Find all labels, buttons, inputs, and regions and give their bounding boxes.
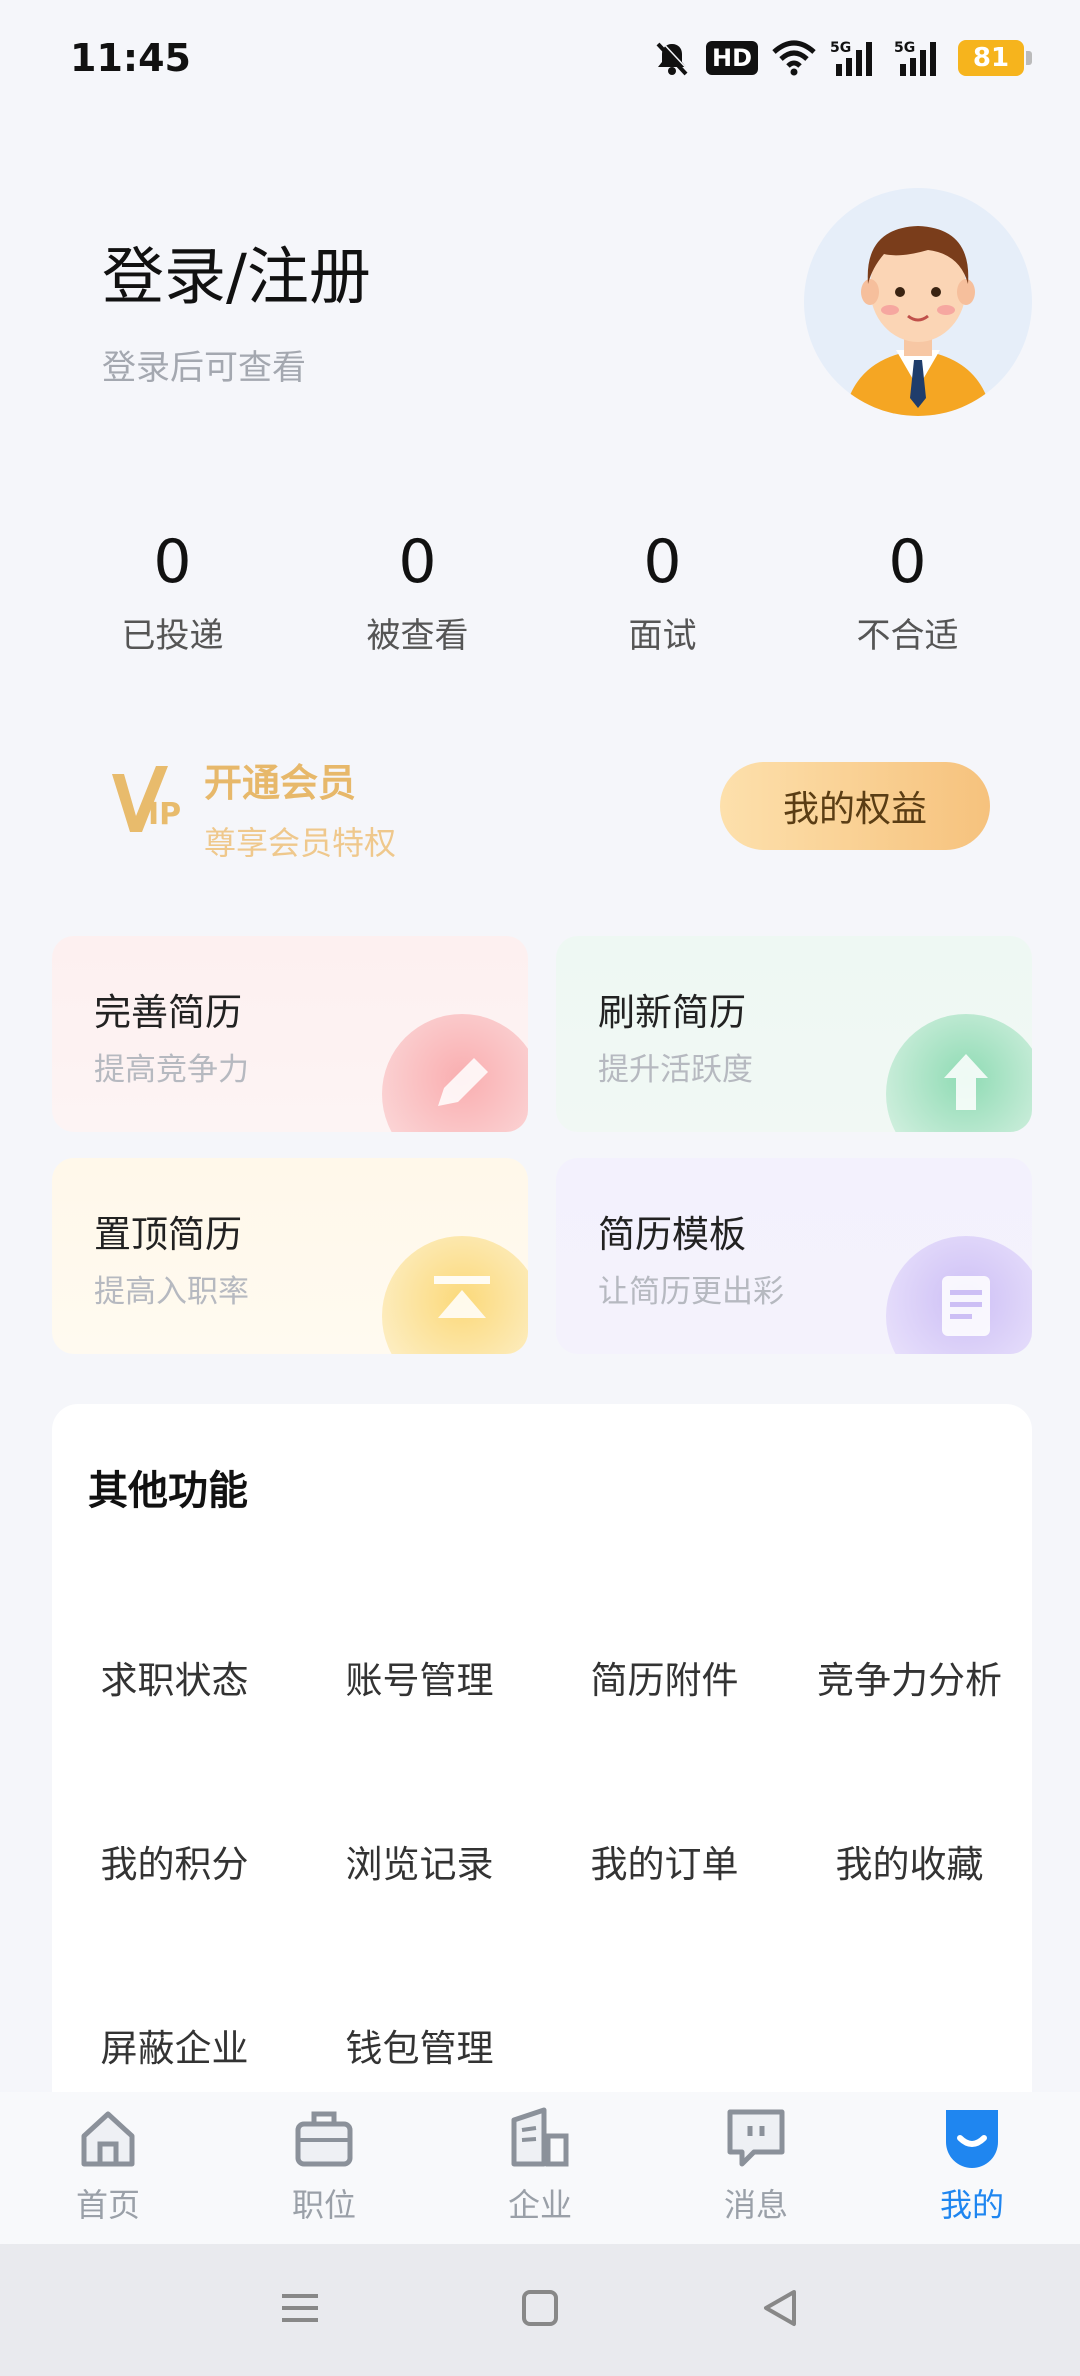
signal-icon-2: 5G bbox=[894, 38, 944, 78]
resume-template-card[interactable]: 简历模板 让简历更出彩 bbox=[556, 1158, 1032, 1354]
resume-attachment-item[interactable]: 简历附件 bbox=[542, 1650, 787, 1704]
vip-logo-icon: IP bbox=[110, 760, 190, 840]
refresh-icon bbox=[886, 1014, 1032, 1132]
stat-unsuitable[interactable]: 0 不合适 bbox=[785, 520, 1030, 657]
job-status-item[interactable]: 求职状态 bbox=[52, 1650, 297, 1704]
battery-indicator: 81 bbox=[958, 40, 1032, 76]
my-benefits-button[interactable]: 我的权益 bbox=[720, 762, 990, 850]
stat-label: 面试 bbox=[628, 616, 697, 656]
vip-title[interactable]: 开通会员 bbox=[204, 752, 356, 807]
pin-top-icon bbox=[382, 1236, 528, 1354]
wifi-icon bbox=[772, 40, 816, 76]
card-subtitle: 提升活跃度 bbox=[598, 1052, 753, 1088]
my-orders-item[interactable]: 我的订单 bbox=[542, 1834, 787, 1888]
profile-icon bbox=[940, 2106, 1004, 2174]
pencil-icon bbox=[382, 1014, 528, 1132]
tab-home[interactable]: 首页 bbox=[0, 2092, 216, 2244]
stat-value: 0 bbox=[888, 527, 927, 597]
building-icon bbox=[508, 2106, 572, 2174]
vip-logo-text: IP bbox=[148, 797, 181, 832]
card-title: 简历模板 bbox=[598, 1213, 746, 1256]
stat-value: 0 bbox=[153, 527, 192, 597]
tab-label: 职位 bbox=[291, 2186, 356, 2224]
card-subtitle: 提高入职率 bbox=[94, 1274, 249, 1310]
home-icon bbox=[76, 2106, 140, 2174]
stat-value: 0 bbox=[398, 527, 437, 597]
back-icon[interactable] bbox=[760, 2288, 800, 2332]
status-bar: 11:45 HD 5G 5G 81 bbox=[0, 0, 1080, 120]
avatar[interactable] bbox=[804, 188, 1032, 416]
stat-label: 已投递 bbox=[121, 616, 224, 656]
login-register-link[interactable]: 登录/注册 bbox=[102, 226, 371, 316]
stat-applied[interactable]: 0 已投递 bbox=[50, 520, 295, 657]
stat-label: 不合适 bbox=[856, 616, 959, 656]
browse-history-item[interactable]: 浏览记录 bbox=[297, 1834, 542, 1888]
home-button-icon[interactable] bbox=[520, 2288, 560, 2332]
signal-icon-1: 5G bbox=[830, 38, 880, 78]
tab-companies[interactable]: 企业 bbox=[432, 2092, 648, 2244]
card-title: 刷新简历 bbox=[598, 991, 746, 1034]
stat-interview[interactable]: 0 面试 bbox=[540, 520, 785, 657]
mute-bell-icon bbox=[652, 38, 692, 78]
competitiveness-analysis-item[interactable]: 竞争力分析 bbox=[787, 1650, 1032, 1704]
complete-resume-card[interactable]: 完善简历 提高竞争力 bbox=[52, 936, 528, 1132]
my-favorites-item[interactable]: 我的收藏 bbox=[787, 1834, 1032, 1888]
tab-label: 企业 bbox=[507, 2186, 572, 2224]
vip-subtitle: 尊享会员特权 bbox=[204, 824, 397, 862]
stat-viewed[interactable]: 0 被查看 bbox=[295, 520, 540, 657]
tab-jobs[interactable]: 职位 bbox=[216, 2092, 432, 2244]
status-time: 11:45 bbox=[70, 36, 191, 80]
my-points-item[interactable]: 我的积分 bbox=[52, 1834, 297, 1888]
briefcase-icon bbox=[292, 2106, 356, 2174]
svg-text:5G: 5G bbox=[894, 40, 915, 56]
svg-text:5G: 5G bbox=[830, 40, 851, 56]
stats-row: 0 已投递 0 被查看 0 面试 0 不合适 bbox=[50, 520, 1030, 657]
blocked-companies-item[interactable]: 屏蔽企业 bbox=[52, 2018, 297, 2072]
pin-resume-card[interactable]: 置顶简历 提高入职率 bbox=[52, 1158, 528, 1354]
tab-label: 首页 bbox=[75, 2186, 140, 2224]
bottom-tab-bar: 首页 职位 企业 消息 我的 bbox=[0, 2092, 1080, 2244]
card-title: 完善简历 bbox=[94, 991, 242, 1034]
system-nav-bar bbox=[0, 2244, 1080, 2376]
tab-label: 我的 bbox=[939, 2186, 1004, 2224]
stat-label: 被查看 bbox=[366, 616, 469, 656]
tab-label: 消息 bbox=[723, 2186, 788, 2224]
hd-badge: HD bbox=[705, 41, 758, 75]
account-management-item[interactable]: 账号管理 bbox=[297, 1650, 542, 1704]
tab-mine[interactable]: 我的 bbox=[864, 2092, 1080, 2244]
card-subtitle: 让简历更出彩 bbox=[598, 1274, 784, 1310]
menu-icon[interactable] bbox=[280, 2288, 320, 2332]
card-title: 置顶简历 bbox=[94, 1213, 242, 1256]
wallet-management-item[interactable]: 钱包管理 bbox=[297, 2018, 542, 2072]
card-subtitle: 提高竞争力 bbox=[94, 1052, 249, 1088]
message-icon bbox=[724, 2106, 788, 2174]
tab-messages[interactable]: 消息 bbox=[648, 2092, 864, 2244]
refresh-resume-card[interactable]: 刷新简历 提升活跃度 bbox=[556, 936, 1032, 1132]
login-hint: 登录后可查看 bbox=[102, 348, 306, 388]
template-icon bbox=[886, 1236, 1032, 1354]
other-functions-title: 其他功能 bbox=[88, 1468, 248, 1514]
stat-value: 0 bbox=[643, 527, 682, 597]
status-icons: HD 5G 5G 81 bbox=[652, 36, 1032, 80]
